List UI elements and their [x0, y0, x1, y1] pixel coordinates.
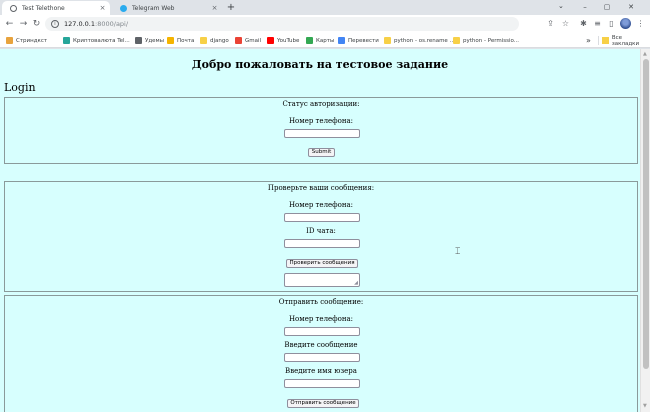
tab-search-icon[interactable]: ⌄	[558, 2, 564, 10]
username-input[interactable]	[284, 379, 360, 388]
send-message-heading: Отправить сообщение:	[278, 298, 364, 306]
bookmark-item[interactable]: Карты	[306, 36, 334, 45]
page-viewport: Добро пожаловать на тестовое задание Log…	[0, 49, 640, 412]
share-icon[interactable]: ⇪	[545, 18, 556, 30]
bookmark-icon	[384, 37, 391, 44]
username-label: Введите имя юзера	[285, 367, 357, 375]
bookmark-icon	[267, 37, 274, 44]
bookmark-item[interactable]: Почта	[167, 36, 194, 45]
close-tab-icon[interactable]: ×	[98, 4, 107, 12]
forward-icon[interactable]: →	[18, 18, 29, 30]
back-icon[interactable]: ←	[4, 18, 15, 30]
side-panel-icon[interactable]: ▯	[606, 18, 617, 30]
scroll-down-icon[interactable]: ▼	[643, 403, 647, 409]
bookmark-item[interactable]: python - os.rename ...	[384, 36, 455, 45]
bookmark-icon	[6, 37, 13, 44]
all-bookmarks-button[interactable]: Все закладки	[598, 35, 650, 47]
extensions-icon[interactable]: ✱	[578, 18, 589, 30]
folder-icon	[602, 37, 609, 44]
check-messages-heading: Проверьте ваши сообщения:	[267, 184, 375, 192]
send-message-section: Отправить сообщение: Номер телефона: Вве…	[4, 295, 638, 412]
phone-label: Номер телефона:	[288, 201, 354, 209]
close-window-icon[interactable]: ✕	[622, 0, 640, 15]
resize-grip-icon[interactable]: ◢	[354, 281, 358, 286]
bookmark-item[interactable]: Gmail	[235, 36, 261, 45]
check-phone-input[interactable]	[284, 213, 360, 222]
url-text: 127.0.0.1:8000/api/	[64, 20, 129, 28]
bookmark-item[interactable]: Перевести	[338, 36, 379, 45]
site-info-icon[interactable]: i	[51, 20, 59, 28]
bookmark-item[interactable]: Криптовалюта Tel...	[63, 36, 130, 45]
bookmark-icon	[135, 37, 142, 44]
bookmark-icon	[167, 37, 174, 44]
bookmark-item[interactable]: django	[200, 36, 229, 45]
phone-label: Номер телефона:	[288, 315, 354, 323]
chat-id-input[interactable]	[284, 239, 360, 248]
minimize-icon[interactable]: –	[576, 0, 594, 15]
tab-telegram-web[interactable]: Telegram Web ×	[112, 1, 222, 15]
bookmark-item[interactable]: python - Permissio...	[453, 36, 519, 45]
check-messages-button[interactable]: Проверить сообщения	[286, 259, 358, 268]
bookmark-item[interactable]: YouTube	[267, 36, 299, 45]
bookmarks-bar: Стриндкст Криптовалюта Tel... Удемы Почт…	[0, 33, 650, 48]
bookmark-item[interactable]: Удемы	[135, 36, 164, 45]
page-title: Добро пожаловать на тестовое задание	[191, 58, 449, 71]
tab-strip: Test Telethone × Telegram Web × + ⌄ – ▢ …	[0, 0, 650, 15]
page-scrollbar[interactable]: ▲ ▼	[640, 49, 650, 412]
profile-avatar[interactable]	[620, 18, 631, 29]
phone-label: Номер телефона:	[288, 117, 354, 125]
new-tab-button[interactable]: +	[225, 1, 237, 14]
menu-icon[interactable]: ⋮	[635, 18, 646, 30]
scrollbar-thumb[interactable]	[643, 59, 649, 369]
browser-toolbar: ← → ↻ i 127.0.0.1:8000/api/ ⇪ ☆ ✱ ≡ ▯ ⋮	[0, 15, 650, 33]
star-icon[interactable]: ☆	[560, 18, 571, 30]
auth-section: Статус авторизации: Номер телефона: Subm…	[4, 97, 638, 164]
close-tab-icon[interactable]: ×	[210, 4, 219, 12]
login-heading: Login	[4, 81, 36, 94]
auth-phone-input[interactable]	[284, 129, 360, 138]
send-message-button[interactable]: Отправить сообщение	[287, 399, 359, 408]
message-input[interactable]	[284, 353, 360, 362]
chat-id-label: ID чата:	[306, 227, 336, 235]
bookmark-item[interactable]: Стриндкст	[6, 36, 47, 45]
bookmarks-overflow-icon[interactable]: »	[586, 36, 591, 45]
auth-status-label: Статус авторизации:	[282, 100, 360, 108]
scroll-up-icon[interactable]: ▲	[643, 51, 647, 57]
tab-test-telethone[interactable]: Test Telethone ×	[2, 1, 110, 15]
text-cursor-icon: ⌶	[455, 247, 461, 257]
maximize-icon[interactable]: ▢	[598, 0, 616, 15]
address-bar[interactable]: i 127.0.0.1:8000/api/	[45, 17, 519, 31]
bookmark-icon	[453, 37, 460, 44]
globe-icon	[10, 4, 17, 12]
bookmark-icon	[235, 37, 242, 44]
media-icon[interactable]: ≡	[592, 18, 603, 30]
tab-title: Test Telethone	[22, 4, 65, 12]
bookmark-icon	[306, 37, 313, 44]
submit-button[interactable]: Submit	[308, 148, 335, 157]
send-phone-input[interactable]	[284, 327, 360, 336]
bookmark-icon	[200, 37, 207, 44]
messages-output-textarea[interactable]: ◢	[284, 273, 360, 287]
telegram-icon	[120, 4, 127, 12]
check-messages-section: Проверьте ваши сообщения: Номер телефона…	[4, 181, 638, 292]
tab-title: Telegram Web	[132, 4, 175, 12]
bookmark-icon	[63, 37, 70, 44]
message-label: Введите сообщение	[284, 341, 358, 349]
bookmark-icon	[338, 37, 345, 44]
reload-icon[interactable]: ↻	[31, 18, 42, 30]
